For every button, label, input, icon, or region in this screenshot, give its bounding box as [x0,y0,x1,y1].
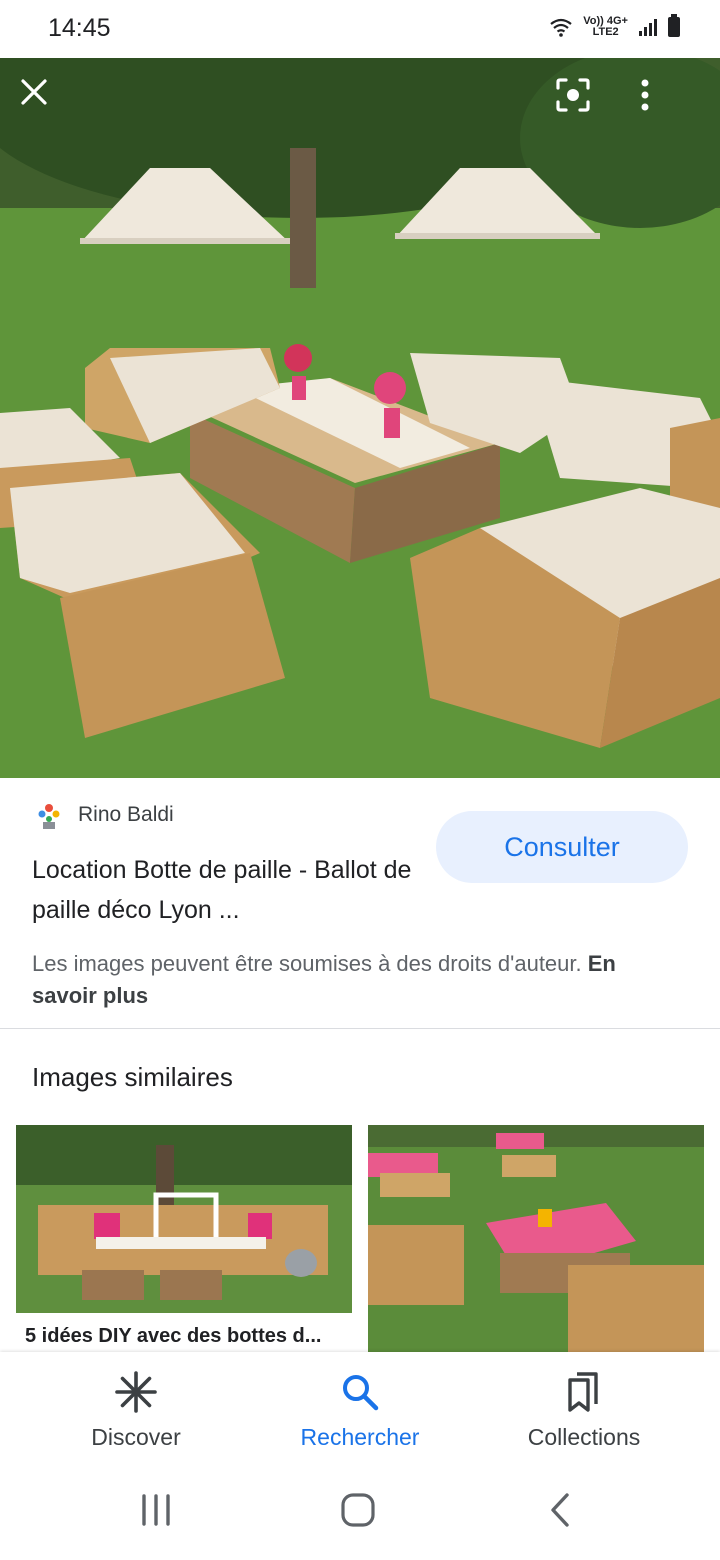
similar-image-1[interactable] [16,1125,352,1313]
similar-image-2[interactable] [368,1125,704,1352]
system-navigation-bar [0,1462,720,1560]
status-bar: 14:45 Vo)) 4G+ LTE2 [0,0,720,58]
more-options-button[interactable] [640,78,700,138]
close-button[interactable] [20,78,80,138]
main-image [0,58,720,778]
result-title[interactable]: Location Botte de paille - Ballot de pai… [32,850,422,930]
nav-search[interactable]: Rechercher [240,1352,480,1462]
battery-icon [668,14,680,37]
back-icon [551,1493,569,1527]
status-time: 14:45 [48,14,111,42]
lens-icon [556,78,590,112]
source-name: Rino Baldi [78,803,174,826]
similar-images-title: Images similaires [32,1062,233,1092]
nav-discover-label: Discover [91,1424,181,1450]
signal-icon [639,19,657,36]
recent-apps-icon [142,1494,170,1526]
more-vert-icon [641,79,649,111]
main-image-graphic [0,58,720,778]
bottom-navigation: Discover Rechercher Collections [0,1352,720,1462]
similar-image-2-graphic [368,1125,704,1352]
search-icon [343,1375,379,1411]
lens-button[interactable] [556,78,616,138]
source-favicon [34,800,64,830]
source-row[interactable]: Rino Baldi [34,800,174,830]
copyright-text: Les images peuvent être soumises à des d… [32,951,582,976]
asterisk-icon [115,1371,157,1413]
network-label: Vo)) 4G+ LTE2 [583,15,628,38]
consult-button[interactable]: Consulter [436,811,688,883]
close-icon [21,79,47,105]
home-button[interactable] [328,1488,388,1532]
status-icons: Vo)) 4G+ LTE2 [549,14,680,38]
home-icon [341,1493,375,1527]
divider [0,1028,720,1029]
similar-image-1-caption[interactable]: 5 idées DIY avec des bottes d... [25,1325,355,1348]
wifi-icon [550,18,572,37]
nav-collections-label: Collections [527,1424,641,1450]
recent-apps-button[interactable] [126,1488,186,1532]
nav-collections[interactable]: Collections [464,1352,704,1462]
copyright-notice: Les images peuvent être soumises à des d… [32,948,672,1012]
similar-image-1-graphic [16,1125,352,1313]
back-button[interactable] [530,1488,590,1532]
nav-discover[interactable]: Discover [16,1352,256,1462]
nav-search-label: Rechercher [300,1424,420,1450]
bookmarks-icon [568,1372,598,1412]
